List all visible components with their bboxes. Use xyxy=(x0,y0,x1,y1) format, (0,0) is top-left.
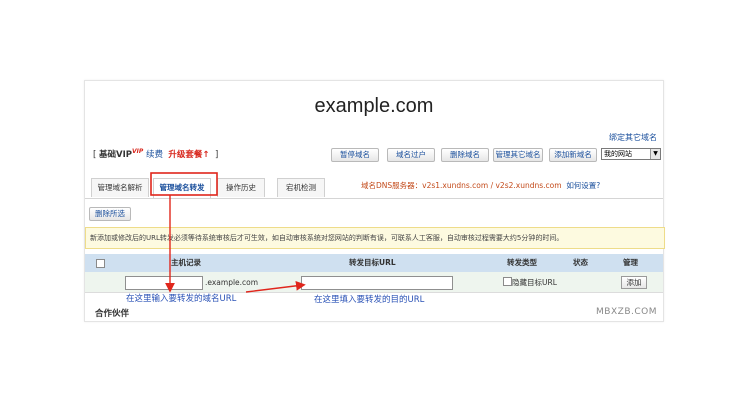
delete-domain-button[interactable]: 删除域名 xyxy=(441,148,489,162)
transfer-domain-button[interactable]: 域名过户 xyxy=(387,148,435,162)
partners-heading: 合作伙伴 xyxy=(95,309,130,319)
site-select-value: 我的网站 xyxy=(604,150,632,158)
review-notice: 新添加或修改后的URL转发必须等待系统审核后才可生效，如自动审核系统对您网站的判… xyxy=(85,227,665,249)
plan-bracket-close: ] xyxy=(214,150,219,160)
upgrade-plan-link[interactable]: 升级套餐↑ xyxy=(168,150,209,160)
table-header: 主机记录 转发目标URL 转发类型 状态 管理 xyxy=(85,254,663,272)
manage-other-domain-button[interactable]: 管理其它域名 xyxy=(493,148,543,162)
select-all-checkbox[interactable] xyxy=(96,259,105,268)
upgrade-plan-label: 升级套餐 xyxy=(168,150,203,160)
plan-info: [ 基础VIPVIP 续费 升级套餐↑ ] xyxy=(93,148,218,160)
plan-tier: 基础VIP xyxy=(99,150,133,160)
host-record-input[interactable] xyxy=(125,276,203,290)
site-select[interactable]: 我的网站 ▼ xyxy=(601,148,661,160)
col-manage-header: 管理 xyxy=(623,258,638,267)
tab-operation-history[interactable]: 操作历史 xyxy=(217,178,265,197)
dns-howto-link[interactable]: 如何设置? xyxy=(566,181,600,190)
plan-bracket-open: [ xyxy=(93,150,97,160)
target-url-input[interactable] xyxy=(301,276,453,290)
delete-selected-button[interactable]: 删除所选 xyxy=(89,207,131,221)
upgrade-arrow-icon: ↑ xyxy=(202,150,210,160)
col-status-header: 状态 xyxy=(573,258,588,267)
dns-servers: 域名DNS服务器：v2s1.xundns.com / v2s2.xundns.c… xyxy=(361,180,600,191)
pause-domain-button[interactable]: 暂停域名 xyxy=(331,148,379,162)
tab-manage-dns[interactable]: 管理域名解析 xyxy=(91,178,149,197)
add-button[interactable]: 添加 xyxy=(621,276,647,289)
renew-link[interactable]: 续费 xyxy=(146,150,163,160)
annotation-host-hint: 在这里输入要转发的域名URL xyxy=(126,294,237,304)
annotation-target-hint: 在这里填入要转发的目的URL xyxy=(314,295,425,305)
col-target-header: 转发目标URL xyxy=(349,258,396,267)
add-new-domain-button[interactable]: 添加新域名 xyxy=(549,148,597,162)
vip-badge-icon: VIP xyxy=(132,148,144,156)
tab-downtime-check[interactable]: 宕机检测 xyxy=(277,178,325,197)
domain-title: example.com xyxy=(314,95,434,117)
tabs-divider xyxy=(85,198,663,199)
tab-manage-forwarding[interactable]: 管理域名转发 xyxy=(153,178,211,198)
add-forward-row: .example.com 隐藏目标URL 添加 xyxy=(85,272,663,293)
domain-management-panel: example.com 绑定其它域名 [ 基础VIPVIP 续费 升级套餐↑ ]… xyxy=(84,80,665,322)
dns-servers-text: 域名DNS服务器：v2s1.xundns.com / v2s2.xundns.c… xyxy=(361,181,562,190)
col-type-header: 转发类型 xyxy=(507,258,537,267)
watermark: MBXZB.COM xyxy=(596,307,657,317)
host-suffix: .example.com xyxy=(205,278,259,287)
bind-other-domain-link[interactable]: 绑定其它域名 xyxy=(609,132,657,143)
hide-url-label: 隐藏目标URL xyxy=(512,278,557,287)
chevron-down-icon[interactable]: ▼ xyxy=(650,149,660,159)
hide-url-checkbox[interactable] xyxy=(503,277,512,286)
col-host-header: 主机记录 xyxy=(171,258,201,267)
